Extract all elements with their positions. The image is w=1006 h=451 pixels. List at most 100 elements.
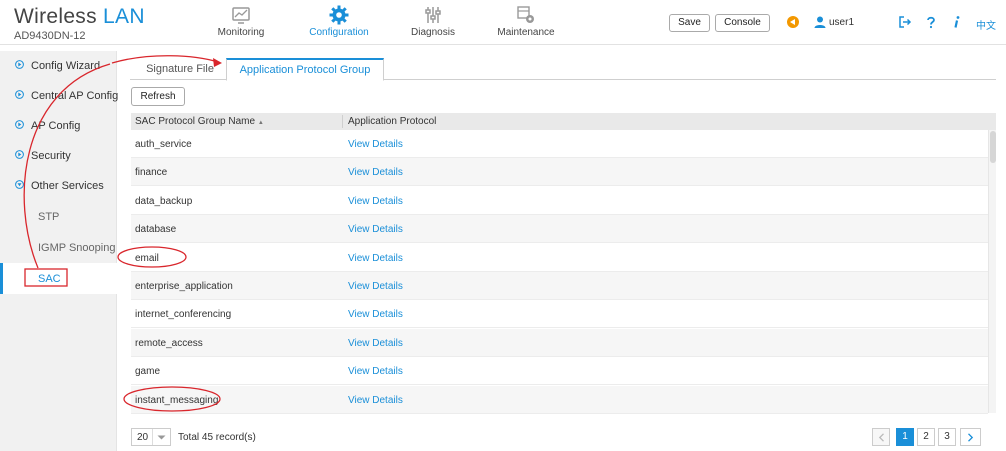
table-header: SAC Protocol Group Name ▲ Application Pr… — [131, 113, 996, 130]
sort-ascending-icon: ▲ — [257, 120, 264, 126]
prev-page-button[interactable] — [872, 428, 890, 446]
table-row[interactable]: data_backup View Details — [131, 187, 988, 215]
product-title: Wireless LAN — [14, 5, 145, 29]
view-details-link[interactable]: View Details — [348, 196, 403, 207]
sidebar-subitem-igmp-snooping[interactable]: IGMP Snooping — [0, 232, 117, 263]
user-icon[interactable] — [813, 15, 827, 29]
view-details-link[interactable]: View Details — [348, 366, 403, 377]
sidebar-item-label: Config Wizard — [31, 60, 101, 72]
tab-signature-file[interactable]: Signature File — [138, 58, 222, 80]
product-title-word1: Wireless — [14, 5, 97, 28]
nav-monitoring-label: Monitoring — [217, 27, 265, 38]
table-row[interactable]: instant_messaging View Details — [131, 385, 988, 414]
sidebar-item-security[interactable]: Security — [0, 141, 117, 171]
sidebar-item-ap-config[interactable]: AP Config — [0, 111, 117, 141]
sidebar-subitem-stp[interactable]: STP — [0, 201, 117, 232]
page-button-1[interactable]: 1 — [896, 428, 914, 446]
view-details-link[interactable]: View Details — [348, 139, 403, 150]
chevron-left-icon — [878, 433, 884, 442]
logout-icon[interactable] — [898, 15, 912, 29]
nav-maintenance[interactable]: Maintenance — [490, 0, 562, 45]
product-title-word2: LAN — [103, 5, 145, 28]
group-name-cell: game — [135, 366, 161, 378]
view-details-link[interactable]: View Details — [348, 395, 403, 406]
refresh-button[interactable]: Refresh — [131, 87, 185, 106]
expand-circle-icon — [15, 90, 24, 99]
chevron-right-icon — [968, 433, 974, 442]
sidebar-subitem-label: STP — [38, 211, 60, 223]
info-icon[interactable] — [950, 15, 964, 29]
group-name-cell: remote_access — [135, 337, 203, 349]
sidebar-item-label: AP Config — [31, 120, 81, 132]
total-records: Total 45 record(s) — [178, 432, 256, 443]
column-header-label: SAC Protocol Group Name — [135, 116, 256, 127]
help-icon[interactable] — [924, 15, 938, 29]
group-name-cell: finance — [135, 167, 168, 179]
group-name-cell: database — [135, 224, 177, 236]
maintenance-icon — [517, 6, 534, 23]
table-row[interactable]: auth_service View Details — [131, 130, 988, 158]
table-row[interactable]: database View Details — [131, 215, 988, 244]
expand-circle-icon — [15, 120, 24, 129]
table-row[interactable]: email View Details — [131, 244, 988, 272]
table-row[interactable]: game View Details — [131, 357, 988, 386]
view-details-link[interactable]: View Details — [348, 167, 403, 178]
nav-configuration-label: Configuration — [309, 27, 369, 38]
alarm-icon[interactable] — [786, 15, 800, 29]
sidebar-subitem-sac[interactable]: SAC — [0, 263, 117, 294]
table-row[interactable]: enterprise_application View Details — [131, 272, 988, 300]
nav-diagnosis[interactable]: Diagnosis — [403, 0, 463, 45]
monitor-icon — [232, 7, 250, 24]
sliders-icon — [425, 7, 441, 23]
gear-icon — [329, 5, 349, 25]
expand-circle-icon — [15, 60, 24, 69]
brand: Wireless LAN AD9430DN-12 — [14, 5, 145, 42]
table-row[interactable]: internet_conferencing View Details — [131, 300, 988, 329]
sidebar-item-label: Central AP Config — [31, 90, 119, 102]
top-header: Wireless LAN AD9430DN-12 Monitoring Conf… — [0, 0, 1006, 45]
group-name-cell: auth_service — [135, 139, 192, 150]
column-header-group-name[interactable]: SAC Protocol Group Name ▲ — [135, 116, 264, 127]
device-model: AD9430DN-12 — [14, 30, 86, 42]
sidebar-item-label: Security — [31, 150, 71, 162]
sidebar-item-other-services[interactable]: Other Services — [0, 171, 117, 201]
chevron-down-icon — [157, 435, 166, 440]
table-row[interactable]: remote_access View Details — [131, 328, 988, 357]
group-name-cell: data_backup — [135, 195, 193, 207]
page-button-2[interactable]: 2 — [917, 428, 935, 446]
nav-diagnosis-label: Diagnosis — [411, 27, 455, 38]
sidebar-subitem-label: SAC — [38, 273, 61, 285]
view-details-link[interactable]: View Details — [348, 224, 403, 235]
view-details-link[interactable]: View Details — [348, 281, 403, 292]
nav-monitoring[interactable]: Monitoring — [205, 0, 277, 45]
sidebar-item-central-ap-config[interactable]: Central AP Config — [0, 81, 119, 111]
collapse-circle-icon — [15, 180, 24, 189]
table-row[interactable]: finance View Details — [131, 158, 988, 187]
language-switch[interactable]: 中文 — [976, 17, 996, 32]
view-details-link[interactable]: View Details — [348, 338, 403, 349]
scrollbar-thumb[interactable] — [990, 131, 996, 163]
view-details-link[interactable]: View Details — [348, 309, 403, 320]
sidebar-subitem-label: IGMP Snooping — [38, 242, 116, 254]
group-name-cell: enterprise_application — [135, 281, 233, 292]
table-scrollbar[interactable] — [988, 130, 996, 413]
sidebar: Config Wizard Central AP Config AP Confi… — [0, 51, 119, 451]
next-page-button[interactable] — [960, 428, 981, 446]
column-header-application-protocol: Application Protocol — [348, 116, 437, 127]
page-size-value: 20 — [137, 432, 149, 443]
sidebar-item-config-wizard[interactable]: Config Wizard — [0, 51, 117, 81]
username[interactable]: user1 — [829, 17, 854, 28]
select-divider — [152, 429, 153, 445]
save-button[interactable]: Save — [669, 14, 710, 32]
column-divider — [342, 115, 343, 128]
group-name-cell: internet_conferencing — [135, 309, 232, 321]
tab-application-protocol-group[interactable]: Application Protocol Group — [226, 58, 384, 81]
page-size-select[interactable]: 20 — [131, 428, 171, 446]
nav-configuration[interactable]: Configuration — [300, 0, 378, 45]
nav-maintenance-label: Maintenance — [497, 27, 555, 38]
console-button[interactable]: Console — [715, 14, 770, 32]
view-details-link[interactable]: View Details — [348, 253, 403, 264]
sidebar-item-label: Other Services — [31, 180, 104, 192]
expand-circle-icon — [15, 150, 24, 159]
page-button-3[interactable]: 3 — [938, 428, 956, 446]
